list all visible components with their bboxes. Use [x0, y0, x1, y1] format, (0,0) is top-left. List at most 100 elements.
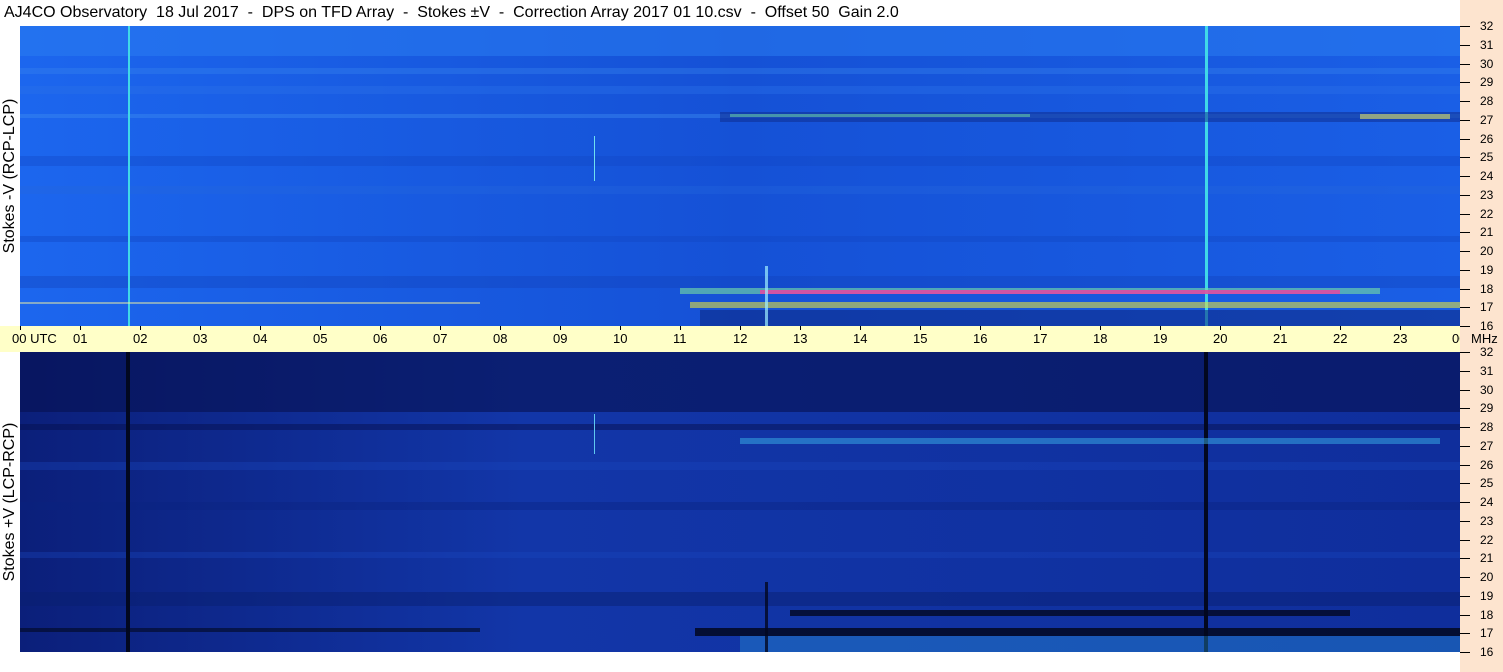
frequency-tick [1460, 427, 1470, 428]
frequency-tick [1460, 269, 1470, 271]
frequency-tick [1460, 213, 1470, 215]
frequency-tick-label: 25 [1480, 150, 1494, 165]
frequency-tick-label: 26 [1480, 131, 1494, 146]
frequency-tick-label: 21 [1480, 551, 1494, 566]
frequency-tick-label: 31 [1480, 37, 1494, 52]
frequency-tick [1460, 558, 1470, 560]
frequency-tick [1460, 408, 1470, 410]
time-tick [260, 326, 261, 330]
frequency-tick-label: 19 [1480, 588, 1494, 603]
time-tick-label: 12 [733, 331, 748, 346]
time-tick [20, 326, 21, 330]
time-tick-label: 00 UTC [12, 331, 57, 346]
frequency-tick-label: 21 [1480, 225, 1494, 240]
time-tick [680, 326, 681, 330]
top-spectrogram-features [20, 26, 1460, 326]
frequency-tick-label: 23 [1480, 187, 1494, 202]
time-tick [200, 326, 201, 330]
frequency-tick [1460, 194, 1470, 196]
frequency-tick [1460, 539, 1470, 541]
frequency-tick-label: 20 [1480, 244, 1494, 258]
bottom-panel-ylabel: Stokes +V (LCP-RCP) [1, 422, 18, 582]
frequency-tick-label: 24 [1480, 169, 1494, 183]
time-tick [380, 326, 381, 330]
frequency-tick-label: 22 [1480, 206, 1494, 221]
time-tick-label: 07 [433, 331, 448, 346]
frequency-tick-label: 27 [1480, 438, 1494, 453]
time-tick [140, 326, 141, 330]
frequency-tick [1460, 138, 1470, 140]
frequency-tick-label: 24 [1480, 495, 1494, 509]
time-tick [920, 326, 921, 330]
frequency-tick [1460, 577, 1470, 578]
frequency-tick-label: 31 [1480, 363, 1494, 378]
frequency-tick [1460, 633, 1470, 635]
frequency-tick-label: 27 [1480, 112, 1494, 127]
frequency-tick-label: 18 [1480, 281, 1494, 296]
time-tick [1220, 326, 1221, 330]
chart-title: AJ4CO Observatory 18 Jul 2017 - DPS on T… [4, 4, 899, 21]
time-tick-label: 20 [1213, 331, 1228, 346]
time-tick [620, 326, 621, 330]
frequency-tick [1460, 251, 1470, 252]
frequency-tick-label: 17 [1480, 626, 1494, 641]
frequency-tick [1460, 352, 1470, 353]
frequency-tick [1460, 307, 1470, 309]
frequency-tick-label: 32 [1480, 345, 1494, 359]
time-tick [740, 326, 741, 330]
time-tick-label: 18 [1093, 331, 1108, 346]
frequency-tick [1460, 464, 1470, 466]
stokes-plus-v-spectrogram [20, 352, 1460, 652]
time-tick-label: 09 [553, 331, 568, 346]
frequency-tick-label: 28 [1480, 94, 1494, 108]
frequency-tick [1460, 614, 1470, 616]
frequency-tick-label: 29 [1480, 401, 1494, 416]
frequency-tick-label: 25 [1480, 476, 1494, 491]
frequency-tick-label: 32 [1480, 19, 1494, 33]
frequency-tick-label: 30 [1480, 382, 1494, 397]
time-tick-label: 08 [493, 331, 508, 346]
frequency-tick [1460, 176, 1470, 177]
frequency-tick [1460, 288, 1470, 290]
frequency-tick [1460, 502, 1470, 503]
frequency-tick-label: 19 [1480, 262, 1494, 277]
frequency-tick [1460, 26, 1470, 27]
time-tick-label: 23 [1393, 331, 1408, 346]
frequency-tick [1460, 232, 1470, 234]
frequency-tick [1460, 652, 1470, 653]
frequency-tick [1460, 389, 1470, 391]
frequency-tick-label: 20 [1480, 570, 1494, 584]
time-tick [320, 326, 321, 330]
time-tick-label: 03 [193, 331, 208, 346]
frequency-tick [1460, 44, 1470, 46]
time-tick-label: 10 [613, 331, 628, 346]
frequency-tick-label: 29 [1480, 75, 1494, 90]
time-tick [440, 326, 441, 330]
frequency-tick [1460, 326, 1470, 327]
frequency-tick-label: 17 [1480, 300, 1494, 315]
frequency-tick [1460, 595, 1470, 597]
frequency-tick [1460, 483, 1470, 485]
frequency-tick [1460, 157, 1470, 159]
frequency-tick [1460, 63, 1470, 65]
frequency-tick [1460, 101, 1470, 102]
time-tick-label: 17 [1033, 331, 1048, 346]
time-tick-label: 01 [73, 331, 88, 346]
time-tick-label: 15 [913, 331, 928, 346]
time-tick [860, 326, 861, 330]
time-tick [980, 326, 981, 330]
time-tick [1100, 326, 1101, 330]
frequency-tick-label: 30 [1480, 56, 1494, 71]
stokes-minus-v-spectrogram [20, 26, 1460, 326]
frequency-tick-label: 28 [1480, 420, 1494, 434]
time-tick-label: 13 [793, 331, 808, 346]
time-tick [800, 326, 801, 330]
time-tick [80, 326, 81, 330]
frequency-tick [1460, 445, 1470, 447]
time-tick-label: 22 [1333, 331, 1348, 346]
bottom-spectrogram-features [20, 352, 1460, 652]
frequency-tick-label: 22 [1480, 532, 1494, 547]
time-tick-label: 04 [253, 331, 268, 346]
time-tick [1160, 326, 1161, 330]
time-tick-label: 21 [1273, 331, 1288, 346]
